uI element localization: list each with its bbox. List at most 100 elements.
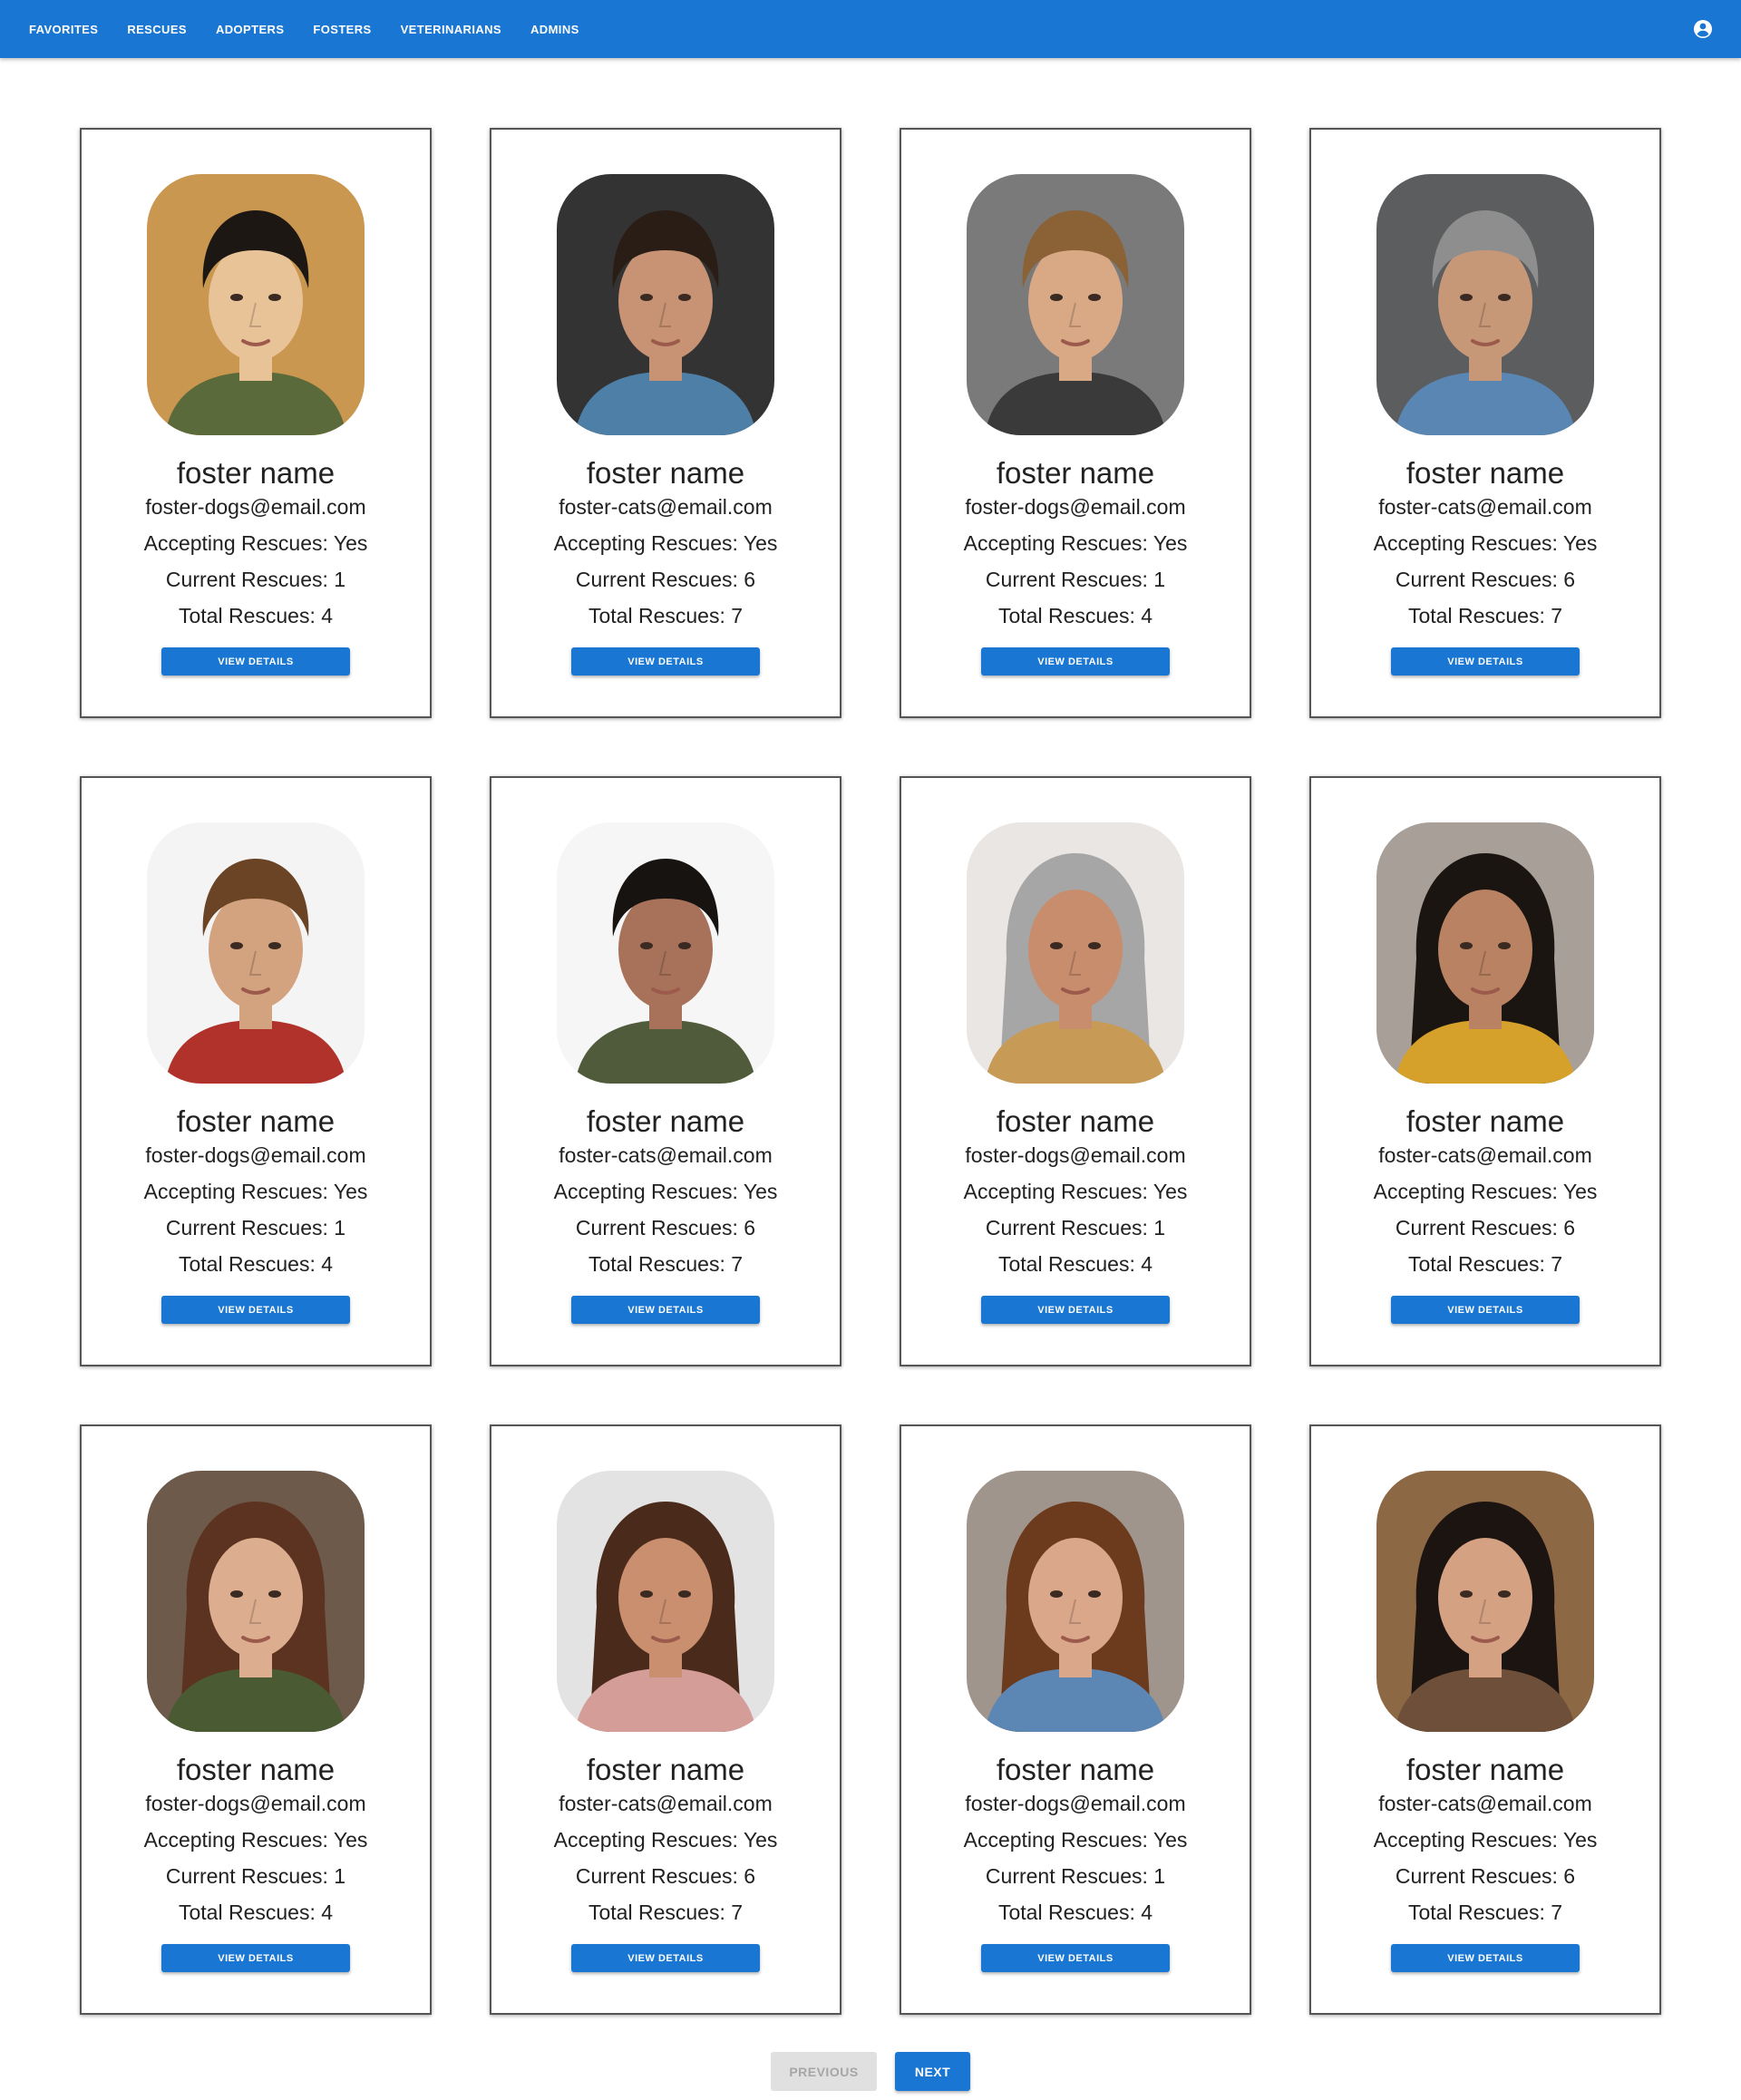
current-rescues: Current Rescues: 1 [985, 568, 1166, 591]
foster-email: foster-cats@email.com [559, 495, 773, 519]
foster-email: foster-dogs@email.com [145, 1143, 366, 1167]
total-rescues: Total Rescues: 4 [997, 604, 1153, 627]
current-rescues: Current Rescues: 6 [1395, 568, 1576, 591]
total-rescues: Total Rescues: 4 [178, 604, 334, 627]
total-rescues: Total Rescues: 4 [997, 1252, 1153, 1276]
total-rescues: Total Rescues: 7 [588, 1252, 744, 1276]
foster-name: foster name [586, 456, 745, 490]
total-rescues: Total Rescues: 4 [997, 1901, 1153, 1924]
view-details-button[interactable]: VIEW DETAILS [161, 1944, 350, 1972]
view-details-button[interactable]: VIEW DETAILS [571, 647, 760, 676]
accepting-rescues: Accepting Rescues: Yes [1373, 1828, 1598, 1852]
total-rescues: Total Rescues: 4 [178, 1252, 334, 1276]
foster-photo [557, 174, 774, 435]
total-rescues: Total Rescues: 7 [588, 1901, 744, 1924]
next-button[interactable]: NEXT [895, 2052, 970, 2091]
view-details-button[interactable]: VIEW DETAILS [571, 1296, 760, 1324]
foster-name: foster name [996, 1753, 1155, 1786]
view-details-button[interactable]: VIEW DETAILS [571, 1944, 760, 1972]
accepting-rescues: Accepting Rescues: Yes [553, 1180, 778, 1203]
top-app-bar: FAVORITES RESCUES ADOPTERS FOSTERS VETER… [0, 0, 1741, 58]
foster-card: foster name foster-cats@email.com Accept… [1309, 1424, 1661, 2015]
view-details-button[interactable]: VIEW DETAILS [981, 1944, 1170, 1972]
nav-favorites[interactable]: FAVORITES [22, 15, 105, 44]
foster-name: foster name [176, 1753, 336, 1786]
current-rescues: Current Rescues: 6 [1395, 1864, 1576, 1888]
foster-card: foster name foster-cats@email.com Accept… [490, 1424, 841, 2015]
current-rescues: Current Rescues: 6 [575, 1864, 756, 1888]
foster-name: foster name [176, 1104, 336, 1138]
foster-photo [1376, 1471, 1594, 1732]
current-rescues: Current Rescues: 6 [575, 568, 756, 591]
pagination: PREVIOUS NEXT [771, 2052, 970, 2091]
foster-email: foster-cats@email.com [1378, 495, 1592, 519]
total-rescues: Total Rescues: 4 [178, 1901, 334, 1924]
foster-email: foster-dogs@email.com [965, 1792, 1186, 1815]
foster-name: foster name [996, 1104, 1155, 1138]
foster-email: foster-cats@email.com [1378, 1143, 1592, 1167]
foster-card: foster name foster-cats@email.com Accept… [490, 776, 841, 1366]
view-details-button[interactable]: VIEW DETAILS [1391, 1296, 1580, 1324]
foster-name: foster name [1405, 1104, 1565, 1138]
foster-name: foster name [1405, 456, 1565, 490]
current-rescues: Current Rescues: 1 [165, 1216, 346, 1240]
accepting-rescues: Accepting Rescues: Yes [143, 531, 368, 555]
foster-name: foster name [586, 1753, 745, 1786]
total-rescues: Total Rescues: 7 [588, 604, 744, 627]
current-rescues: Current Rescues: 6 [1395, 1216, 1576, 1240]
accepting-rescues: Accepting Rescues: Yes [1373, 531, 1598, 555]
foster-email: foster-dogs@email.com [145, 495, 366, 519]
view-details-button[interactable]: VIEW DETAILS [161, 1296, 350, 1324]
accepting-rescues: Accepting Rescues: Yes [553, 1828, 778, 1852]
foster-email: foster-cats@email.com [1378, 1792, 1592, 1815]
foster-photo [147, 174, 365, 435]
foster-photo [147, 822, 365, 1084]
view-details-button[interactable]: VIEW DETAILS [161, 647, 350, 676]
foster-photo [967, 822, 1184, 1084]
current-rescues: Current Rescues: 1 [985, 1216, 1166, 1240]
foster-card-grid: foster name foster-dogs@email.com Accept… [80, 128, 1661, 2015]
foster-email: foster-dogs@email.com [965, 1143, 1186, 1167]
foster-photo [967, 1471, 1184, 1732]
foster-photo [147, 1471, 365, 1732]
view-details-button[interactable]: VIEW DETAILS [1391, 1944, 1580, 1972]
accepting-rescues: Accepting Rescues: Yes [143, 1828, 368, 1852]
foster-photo [557, 822, 774, 1084]
current-rescues: Current Rescues: 1 [985, 1864, 1166, 1888]
accepting-rescues: Accepting Rescues: Yes [963, 1180, 1188, 1203]
foster-name: foster name [176, 456, 336, 490]
nav-rescues[interactable]: RESCUES [120, 15, 194, 44]
foster-photo [967, 174, 1184, 435]
accepting-rescues: Accepting Rescues: Yes [963, 1828, 1188, 1852]
accepting-rescues: Accepting Rescues: Yes [553, 531, 778, 555]
accepting-rescues: Accepting Rescues: Yes [963, 531, 1188, 555]
account-circle-icon[interactable] [1692, 18, 1714, 40]
foster-name: foster name [996, 456, 1155, 490]
foster-card: foster name foster-dogs@email.com Accept… [80, 776, 432, 1366]
nav-admins[interactable]: ADMINS [523, 15, 587, 44]
nav-veterinarians[interactable]: VETERINARIANS [394, 15, 509, 44]
foster-card: foster name foster-dogs@email.com Accept… [80, 1424, 432, 2015]
foster-email: foster-dogs@email.com [965, 495, 1186, 519]
view-details-button[interactable]: VIEW DETAILS [1391, 647, 1580, 676]
foster-photo [1376, 174, 1594, 435]
foster-card: foster name foster-dogs@email.com Accept… [900, 776, 1251, 1366]
foster-card: foster name foster-cats@email.com Accept… [1309, 776, 1661, 1366]
foster-photo [1376, 822, 1594, 1084]
total-rescues: Total Rescues: 7 [1407, 1901, 1563, 1924]
foster-card: foster name foster-cats@email.com Accept… [490, 128, 841, 718]
accepting-rescues: Accepting Rescues: Yes [1373, 1180, 1598, 1203]
foster-name: foster name [1405, 1753, 1565, 1786]
nav-adopters[interactable]: ADOPTERS [209, 15, 291, 44]
total-rescues: Total Rescues: 7 [1407, 1252, 1563, 1276]
view-details-button[interactable]: VIEW DETAILS [981, 647, 1170, 676]
nav-fosters[interactable]: FOSTERS [306, 15, 378, 44]
foster-card: foster name foster-dogs@email.com Accept… [900, 128, 1251, 718]
previous-button[interactable]: PREVIOUS [771, 2052, 877, 2091]
view-details-button[interactable]: VIEW DETAILS [981, 1296, 1170, 1324]
foster-card: foster name foster-dogs@email.com Accept… [900, 1424, 1251, 2015]
total-rescues: Total Rescues: 7 [1407, 604, 1563, 627]
foster-email: foster-dogs@email.com [145, 1792, 366, 1815]
foster-card: foster name foster-dogs@email.com Accept… [80, 128, 432, 718]
foster-name: foster name [586, 1104, 745, 1138]
